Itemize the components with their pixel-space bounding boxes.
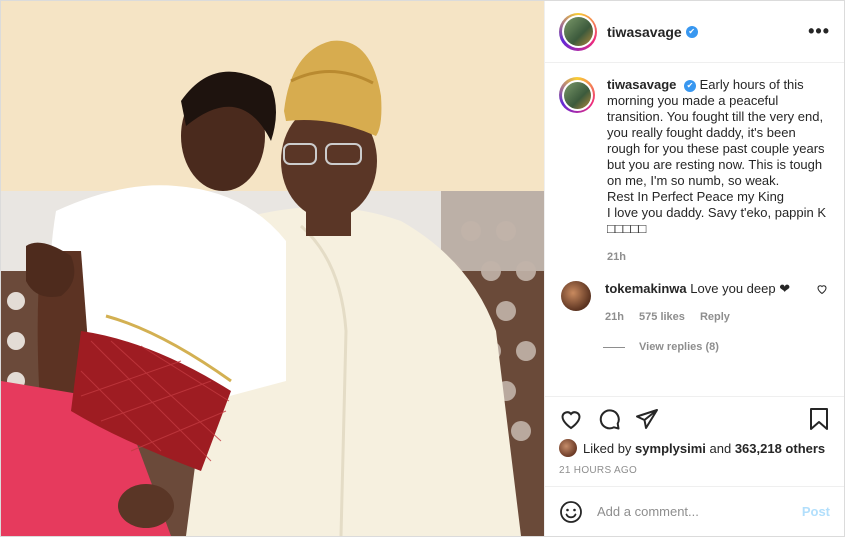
caption-line: transition. You fought till the very end… [607, 109, 824, 124]
caption-avatar-image [563, 81, 591, 109]
author-username[interactable]: tiwasavage [607, 24, 682, 40]
action-icons [559, 405, 830, 433]
commenter-avatar[interactable] [561, 281, 591, 311]
likes-and: and [709, 440, 732, 456]
caption-line: morning you made a peaceful [607, 93, 779, 108]
caption-avatar[interactable] [559, 77, 595, 113]
caption-line: you really fought daddy, it's been [607, 125, 796, 140]
more-options-button[interactable]: ••• [808, 21, 830, 42]
reply-button[interactable]: Reply [700, 311, 730, 323]
comment-text: tokemakinwa Love you deep ❤ 21h 575 like… [605, 281, 815, 325]
post-timestamp[interactable]: 21 HOURS AGO [559, 465, 830, 486]
post-header: tiwasavage ✔ ••• [545, 1, 844, 63]
emoji-icon[interactable] [559, 500, 583, 524]
caption-line: Early hours of this [699, 77, 804, 92]
post-panel: tiwasavage ✔ ••• tiwasavage ✔ Early hour… [544, 1, 844, 536]
bookmark-icon[interactable] [808, 407, 830, 431]
post-actions: Liked by symplysimi and 363,218 others 2… [545, 396, 844, 486]
post-comment-button[interactable]: Post [802, 504, 830, 519]
caption-username[interactable]: tiwasavage [607, 77, 676, 92]
liked-by-prefix: Liked by [583, 440, 632, 456]
liker-avatar[interactable] [559, 439, 577, 457]
liker-username[interactable]: symplysimi [635, 441, 706, 456]
view-replies-label: View replies (8) [639, 341, 719, 353]
caption-line: but you are resting now. This is tough [607, 157, 823, 172]
caption-line: I love you daddy. Savy t'eko, pappin K [607, 205, 827, 220]
comment: tokemakinwa Love you deep ❤ 21h 575 like… [559, 281, 830, 325]
caption-line: rough for you these past couple years [607, 141, 825, 156]
caption-meta: 21h [607, 249, 826, 265]
verified-badge-icon: ✔ [684, 79, 696, 92]
comment-message: Love you deep [690, 281, 776, 296]
caption-text: tiwasavage ✔ Early hours of this morning… [607, 77, 826, 265]
caption: tiwasavage ✔ Early hours of this morning… [559, 77, 830, 265]
comment-input[interactable] [597, 504, 802, 519]
likes-summary: Liked by symplysimi and 363,218 others [559, 439, 830, 457]
instagram-post: tiwasavage ✔ ••• tiwasavage ✔ Early hour… [0, 0, 845, 537]
view-replies-button[interactable]: View replies (8) [603, 341, 830, 353]
caption-line: on me, I'm so numb, so weak. [607, 173, 780, 188]
author-avatar-image [563, 17, 593, 46]
verified-badge-icon: ✔ [685, 25, 698, 38]
post-photo[interactable] [1, 1, 544, 536]
add-comment-bar: Post [545, 486, 844, 536]
author-avatar[interactable] [559, 12, 597, 51]
comment-heart-emoji: ❤ [779, 281, 791, 296]
comment-like-heart-icon[interactable] [816, 283, 828, 295]
likes-others-count[interactable]: 363,218 others [735, 441, 825, 456]
replies-dash [603, 346, 625, 348]
comments-section: tiwasavage ✔ Early hours of this morning… [545, 63, 844, 396]
comment-meta: 21h 575 likes Reply [605, 309, 815, 325]
caption-time[interactable]: 21h [607, 251, 626, 263]
comment-icon[interactable] [597, 407, 621, 431]
comment-likes[interactable]: 575 likes [639, 311, 685, 323]
caption-line: □□□□□ [607, 221, 647, 236]
post-photo-image [1, 1, 544, 536]
caption-line: Rest In Perfect Peace my King [607, 189, 785, 204]
commenter-username[interactable]: tokemakinwa [605, 281, 687, 296]
heart-icon[interactable] [559, 407, 583, 431]
comment-time[interactable]: 21h [605, 311, 624, 323]
share-icon[interactable] [635, 407, 659, 431]
